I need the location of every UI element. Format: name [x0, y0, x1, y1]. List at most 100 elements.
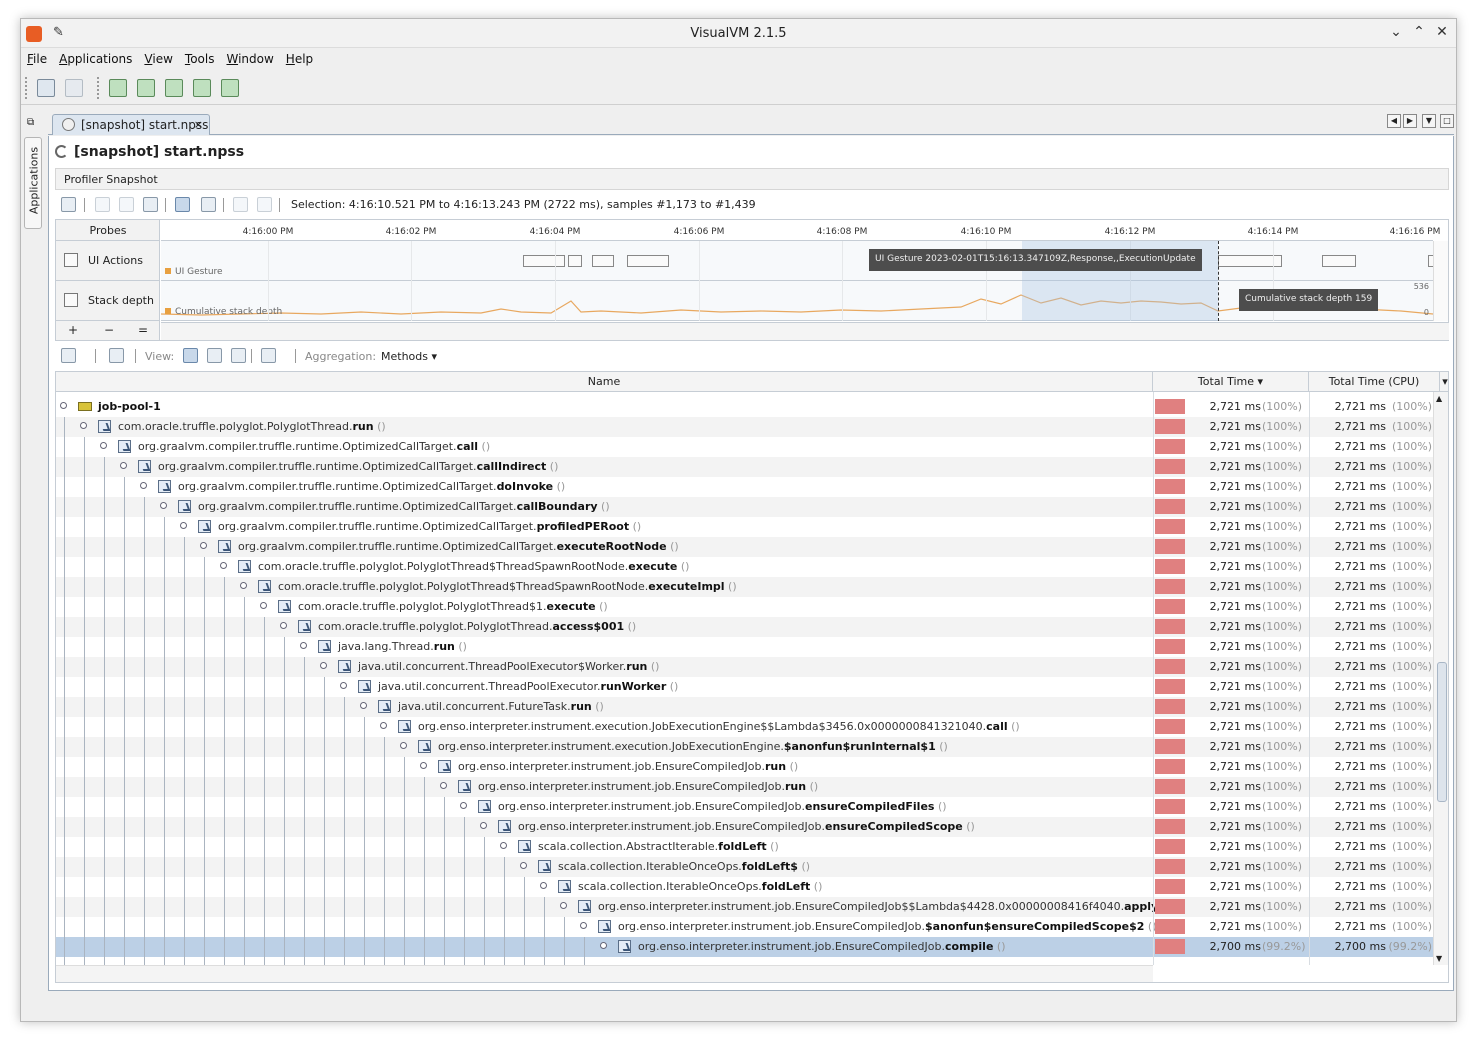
tree-expand-handle[interactable]	[540, 882, 547, 889]
reset-probes-button[interactable]: =	[138, 323, 148, 337]
profiler-snapshot-tab[interactable]: Profiler Snapshot	[55, 168, 1449, 190]
remove-probe-button[interactable]: −	[104, 323, 114, 337]
tree-expand-handle[interactable]	[120, 462, 127, 469]
column-cpu-time[interactable]: Total Time (CPU)	[1309, 372, 1440, 392]
table-row[interactable]: com.oracle.truffle.polyglot.PolyglotThre…	[56, 597, 1433, 617]
zoom-out-icon[interactable]	[119, 197, 134, 212]
tree-expand-handle[interactable]	[360, 702, 367, 709]
close-icon[interactable]: ✕	[1433, 24, 1451, 40]
filter-options-icon[interactable]	[261, 348, 276, 363]
tree-expand-handle[interactable]	[460, 802, 467, 809]
reverse-calls-view-icon[interactable]	[231, 348, 246, 363]
zoom-in-icon[interactable]	[95, 197, 110, 212]
clear-marks-icon[interactable]	[257, 197, 272, 212]
scroll-thumb[interactable]	[1437, 662, 1447, 802]
tree-expand-handle[interactable]	[400, 742, 407, 749]
thread-row[interactable]: job-pool-1 2,721 ms (100%) 2,721 ms (100%)	[56, 397, 1433, 417]
table-row[interactable]: com.oracle.truffle.polyglot.PolyglotThre…	[56, 557, 1433, 577]
snapshot-save-icon[interactable]	[109, 348, 124, 363]
table-row[interactable]: org.enso.interpreter.instrument.executio…	[56, 717, 1433, 737]
tree-expand-handle[interactable]	[520, 862, 527, 869]
table-row[interactable]: org.graalvm.compiler.truffle.runtime.Opt…	[56, 537, 1433, 557]
save-icon[interactable]	[65, 79, 83, 97]
table-icon[interactable]	[233, 197, 248, 212]
table-row[interactable]: org.graalvm.compiler.truffle.runtime.Opt…	[56, 477, 1433, 497]
tree-expand-handle[interactable]	[180, 522, 187, 529]
probe-ui-actions[interactable]: UI Actions	[56, 241, 160, 281]
table-vertical-scrollbar[interactable]: ▲ ▼	[1433, 392, 1448, 965]
tree-expand-handle[interactable]	[220, 562, 227, 569]
table-row[interactable]: com.oracle.truffle.polyglot.PolyglotThre…	[56, 617, 1433, 637]
table-row[interactable]: java.util.concurrent.ThreadPoolExecutor.…	[56, 677, 1433, 697]
table-row[interactable]: com.oracle.truffle.polyglot.PolyglotThre…	[56, 577, 1433, 597]
menu-file[interactable]: File	[27, 49, 47, 66]
thread-dump-icon[interactable]	[165, 79, 183, 97]
tree-expand-handle[interactable]	[260, 602, 267, 609]
tree-expand-handle[interactable]	[420, 762, 427, 769]
timeline-horizontal-scrollbar[interactable]	[161, 322, 1449, 340]
tree-expand-handle[interactable]	[140, 482, 147, 489]
scroll-left-icon[interactable]: ◀	[1387, 114, 1401, 128]
minimize-icon[interactable]: ⌄	[1387, 24, 1405, 40]
table-row[interactable]: org.enso.interpreter.instrument.job.Ensu…	[56, 797, 1433, 817]
menu-view[interactable]: View	[144, 49, 172, 66]
zoom-fit-icon[interactable]	[143, 197, 158, 212]
table-row[interactable]: org.enso.interpreter.instrument.job.Ensu…	[56, 817, 1433, 837]
scroll-right-icon[interactable]: ▶	[1403, 114, 1417, 128]
table-row[interactable]: java.util.concurrent.FutureTask.run () 2,…	[56, 697, 1433, 717]
ui-gesture-mark[interactable]	[568, 255, 582, 267]
tree-expand-handle[interactable]	[240, 582, 247, 589]
menu-help[interactable]: Help	[286, 49, 313, 66]
timeline-chart[interactable]: 4:16:00 PM 4:16:02 PM 4:16:04 PM 4:16:06…	[161, 220, 1440, 322]
table-row[interactable]: scala.collection.AbstractIterable.foldLe…	[56, 837, 1433, 857]
ui-gesture-mark[interactable]	[523, 255, 565, 267]
maximize-tab-icon[interactable]: □	[1440, 114, 1454, 128]
scroll-down-icon[interactable]: ▼	[1436, 954, 1442, 963]
menu-tools[interactable]: Tools	[185, 49, 215, 66]
menu-applications[interactable]: Applications	[59, 49, 132, 66]
table-row[interactable]: java.lang.Thread.run () 2,721 ms (100%) 2,7…	[56, 637, 1433, 657]
tree-expand-handle[interactable]	[80, 422, 87, 429]
add-probe-button[interactable]: +	[68, 323, 78, 337]
toolbar-grip-2[interactable]	[97, 77, 101, 99]
table-row[interactable]: org.enso.interpreter.instrument.job.Ensu…	[56, 757, 1433, 777]
tree-expand-handle[interactable]	[440, 782, 447, 789]
tree-expand-handle[interactable]	[200, 542, 207, 549]
tree-expand-handle[interactable]	[280, 622, 287, 629]
tree-expand-handle[interactable]	[320, 662, 327, 669]
scroll-up-icon[interactable]: ▲	[1436, 394, 1442, 403]
tree-expand-handle[interactable]	[560, 902, 567, 909]
tree-expand-handle[interactable]	[100, 442, 107, 449]
restore-icon[interactable]: ⧉	[27, 117, 34, 128]
ui-gesture-mark[interactable]	[1322, 255, 1356, 267]
tree-expand-handle[interactable]	[340, 682, 347, 689]
timeline-vertical-scrollbar[interactable]	[1433, 241, 1448, 321]
tree-expand-handle[interactable]	[480, 822, 487, 829]
table-row[interactable]: org.graalvm.compiler.truffle.runtime.Opt…	[56, 497, 1433, 517]
tree-expand-handle[interactable]	[580, 922, 587, 929]
tab-snapshot[interactable]: [snapshot] start.npss ×	[52, 114, 210, 135]
toolbar-grip[interactable]	[25, 77, 29, 99]
column-chooser-icon[interactable]: ▾	[1440, 372, 1448, 392]
menu-window[interactable]: Window	[226, 49, 273, 66]
heap-dump-icon[interactable]	[137, 79, 155, 97]
compare-icon[interactable]	[221, 79, 239, 97]
table-row[interactable]: org.enso.interpreter.instrument.job.Ensu…	[56, 777, 1433, 797]
table-row[interactable]: org.enso.interpreter.instrument.job.Ensu…	[56, 917, 1433, 937]
column-name[interactable]: Name	[56, 372, 1153, 392]
add-jmx-icon[interactable]	[109, 79, 127, 97]
aggregation-select[interactable]: Methods ▾	[381, 350, 437, 363]
select-mode-icon[interactable]	[175, 197, 190, 212]
tree-expand-handle[interactable]	[600, 942, 607, 949]
snapshot-icon[interactable]	[193, 79, 211, 97]
zoom-mode-icon[interactable]	[201, 197, 216, 212]
tree-expand-handle[interactable]	[500, 842, 507, 849]
tree-expand-handle[interactable]	[160, 502, 167, 509]
tree-expand-handle[interactable]	[60, 402, 67, 409]
tab-list-icon[interactable]: ▼	[1422, 114, 1436, 128]
hot-spots-view-icon[interactable]	[207, 348, 222, 363]
table-row[interactable]: org.graalvm.compiler.truffle.runtime.Opt…	[56, 517, 1433, 537]
table-row[interactable]: org.enso.interpreter.instrument.executio…	[56, 737, 1433, 757]
ui-gesture-mark[interactable]	[592, 255, 614, 267]
table-row[interactable]: java.util.concurrent.ThreadPoolExecutor$…	[56, 657, 1433, 677]
